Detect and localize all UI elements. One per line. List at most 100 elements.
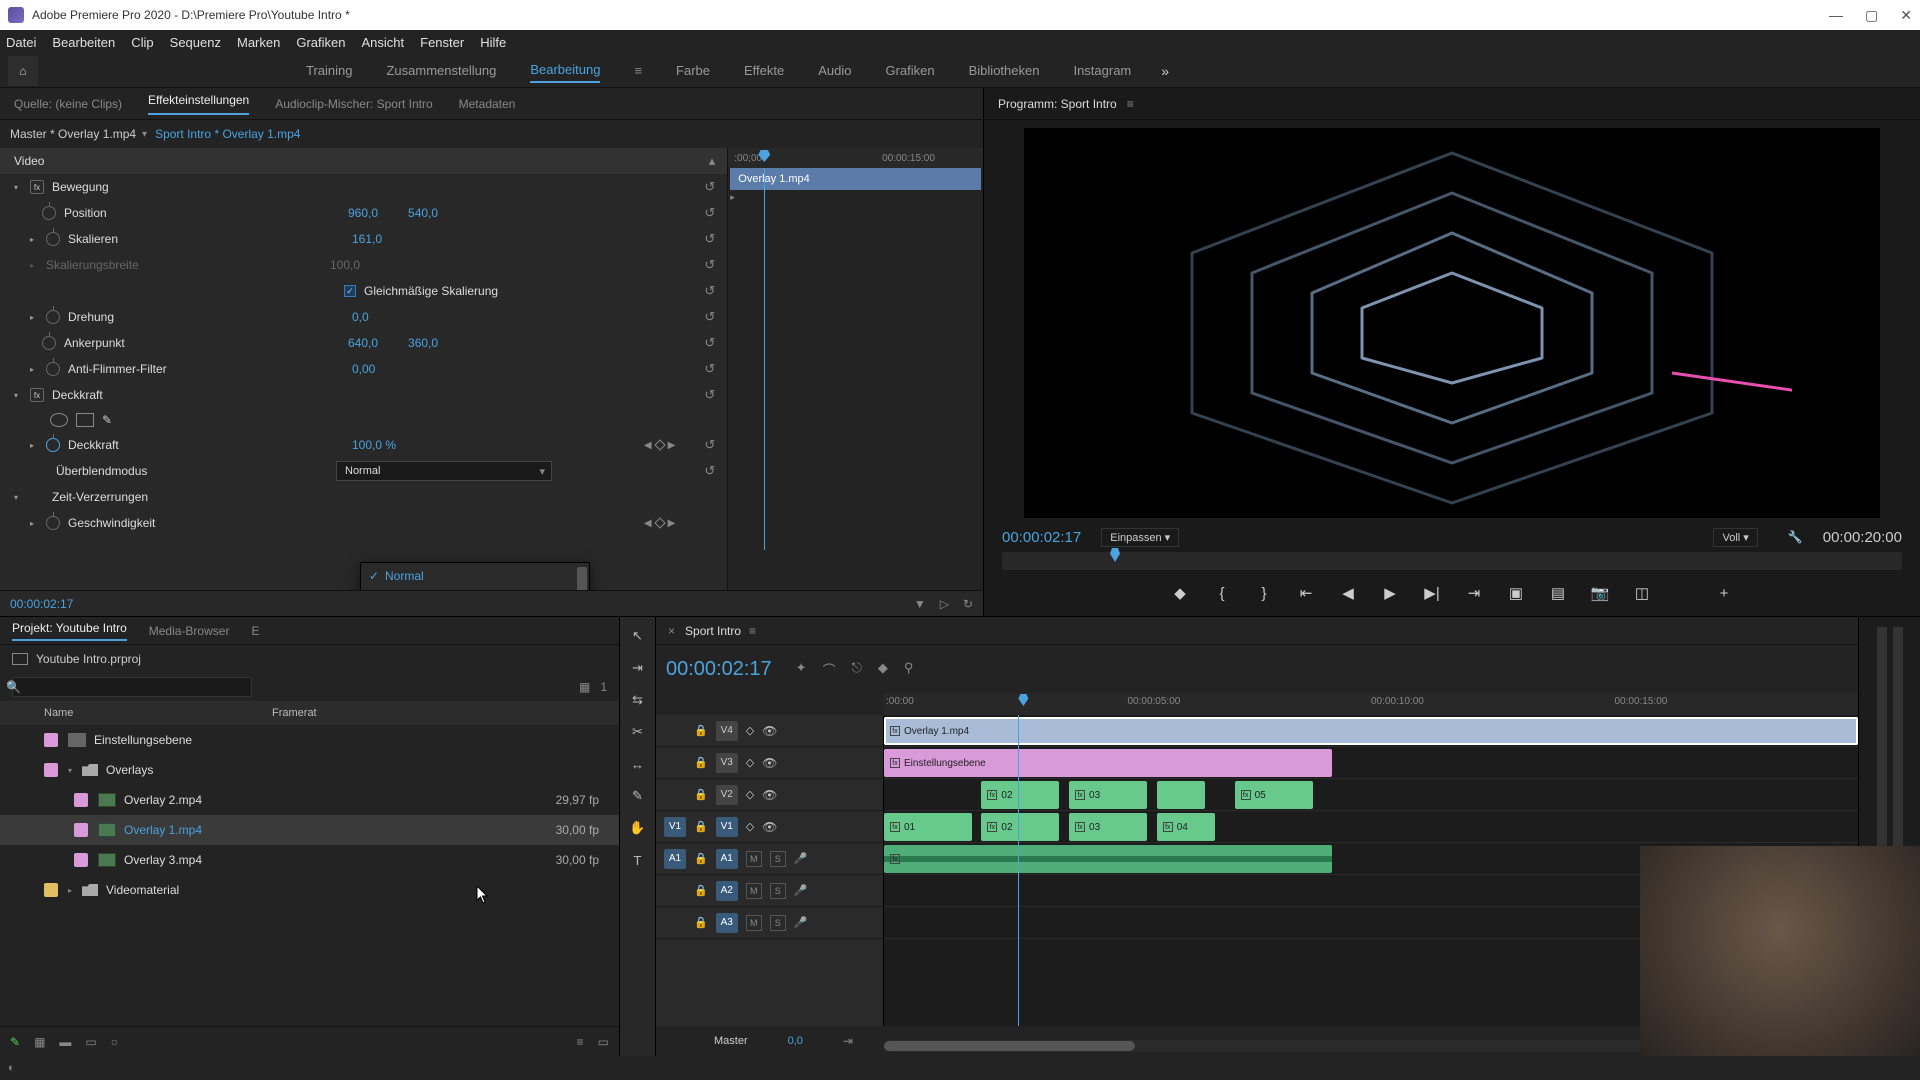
maximize-button[interactable]: ▢ bbox=[1865, 7, 1878, 24]
lock-icon[interactable]: 🔒 bbox=[694, 884, 708, 897]
mark-out-button[interactable]: } bbox=[1252, 581, 1276, 605]
zoom-handle[interactable] bbox=[884, 1041, 1135, 1051]
pen-tool[interactable]: ✎ bbox=[627, 785, 649, 807]
project-item[interactable]: ▸Videomaterial bbox=[0, 875, 619, 905]
mark-in-button[interactable]: { bbox=[1210, 581, 1234, 605]
effect-controls-timeline[interactable]: :00;00 00:00:15:00 Overlay 1.mp4 ▸ bbox=[727, 148, 983, 590]
output-icon[interactable]: ⇥ bbox=[843, 1034, 853, 1048]
workspace-tab-zusammenstellung[interactable]: Zusammenstellung bbox=[386, 59, 496, 82]
solo-button[interactable]: S bbox=[770, 883, 786, 899]
timeline-clip[interactable]: fx02 bbox=[981, 781, 1059, 809]
settings-button[interactable]: ◆ bbox=[878, 660, 888, 679]
playhead-icon[interactable] bbox=[1018, 694, 1028, 706]
voiceover-icon[interactable]: 🎤 bbox=[794, 884, 808, 897]
ripple-tool[interactable]: ⇆ bbox=[627, 689, 649, 711]
lock-icon[interactable]: 🔒 bbox=[694, 724, 708, 737]
workspace-overflow-button[interactable]: » bbox=[1161, 63, 1169, 79]
opacity-value[interactable]: 100,0 % bbox=[352, 438, 396, 452]
prev-keyframe-button[interactable]: ◀ bbox=[644, 440, 652, 451]
track-header[interactable]: A1🔒A1MS🎤 bbox=[656, 843, 883, 875]
blend-mode-option[interactable]: Normal bbox=[361, 563, 589, 589]
timeline-ruler[interactable]: :00:00 00:00:05:00 00:00:10:00 00:00:15:… bbox=[884, 693, 1858, 715]
track-target[interactable]: A1 bbox=[716, 849, 738, 869]
eye-icon[interactable]: 👁 bbox=[762, 756, 777, 770]
track-target[interactable]: V1 bbox=[716, 817, 738, 837]
slip-tool[interactable]: ↔ bbox=[627, 753, 649, 775]
timeline-timecode[interactable]: 00:00:02:17 bbox=[666, 658, 772, 681]
eye-icon[interactable]: 👁 bbox=[762, 788, 777, 802]
next-keyframe-button[interactable]: ▶ bbox=[668, 440, 676, 451]
keyframe-toggle-icon[interactable] bbox=[46, 310, 60, 324]
reset-icon[interactable]: ↺ bbox=[704, 283, 715, 299]
timeline-clip[interactable]: fx03 bbox=[1069, 813, 1147, 841]
track-target[interactable]: V4 bbox=[716, 721, 738, 741]
mute-button[interactable]: M bbox=[746, 883, 762, 899]
eye-icon[interactable]: 👁 bbox=[762, 820, 777, 834]
sync-lock-icon[interactable]: ◇ bbox=[746, 724, 754, 737]
sync-lock-icon[interactable]: ◇ bbox=[746, 756, 754, 769]
hand-tool[interactable]: ✋ bbox=[627, 817, 649, 839]
uniform-scale-checkbox[interactable]: ✓ bbox=[344, 285, 356, 297]
reset-icon[interactable]: ↺ bbox=[704, 309, 715, 325]
program-viewport[interactable] bbox=[1024, 128, 1880, 518]
menu-datei[interactable]: Datei bbox=[6, 35, 36, 50]
fit-dropdown[interactable]: Einpassen ▾ bbox=[1101, 528, 1179, 547]
tab-audio-mixer[interactable]: Audioclip-Mischer: Sport Intro bbox=[275, 97, 432, 111]
expand-icon[interactable]: ▸ bbox=[68, 886, 78, 895]
track-header[interactable]: V1🔒V1◇👁 bbox=[656, 811, 883, 843]
expand-icon[interactable]: ▸ bbox=[30, 365, 42, 374]
source-patch[interactable]: V1 bbox=[664, 817, 686, 837]
project-item[interactable]: Einstellungsebene bbox=[0, 725, 619, 755]
timeline-clip[interactable]: fx03 bbox=[1069, 781, 1147, 809]
ellipse-mask-button[interactable] bbox=[50, 413, 68, 427]
mute-button[interactable]: M bbox=[746, 851, 762, 867]
motion-label[interactable]: Bewegung bbox=[52, 180, 332, 194]
section-collapse-icon[interactable]: ▴ bbox=[709, 153, 716, 169]
antiflicker-value[interactable]: 0,00 bbox=[352, 362, 375, 376]
lock-icon[interactable]: 🔒 bbox=[694, 852, 708, 865]
step-forward-button[interactable]: ▶| bbox=[1420, 581, 1444, 605]
workspace-tab-bearbeitung[interactable]: Bearbeitung bbox=[530, 58, 600, 83]
tab-project[interactable]: Projekt: Youtube Intro bbox=[12, 621, 127, 641]
program-tab[interactable]: Programm: Sport Intro≡ bbox=[984, 88, 1920, 120]
snap-button[interactable]: ✦ bbox=[796, 660, 807, 679]
tab-metadata[interactable]: Metadaten bbox=[459, 97, 516, 111]
workspace-tab-grafiken[interactable]: Grafiken bbox=[885, 59, 934, 82]
reset-icon[interactable]: ↺ bbox=[704, 335, 715, 351]
linked-selection-button[interactable]: ⌒ bbox=[823, 660, 836, 679]
expand-icon[interactable]: ▾ bbox=[14, 183, 26, 192]
track-header[interactable]: 🔒A3MS🎤 bbox=[656, 907, 883, 939]
menu-marken[interactable]: Marken bbox=[237, 35, 280, 50]
freeform-button[interactable]: ▭ bbox=[85, 1035, 96, 1049]
master-clip-label[interactable]: Master * Overlay 1.mp4 bbox=[10, 127, 136, 141]
timeline-clip[interactable]: fxEinstellungsebene bbox=[884, 749, 1332, 777]
anchor-x-value[interactable]: 640,0 bbox=[348, 336, 378, 350]
expand-icon[interactable]: ▾ bbox=[68, 766, 78, 775]
add-marker-button[interactable]: ◆ bbox=[1168, 581, 1192, 605]
lock-icon[interactable]: 🔒 bbox=[694, 916, 708, 929]
mute-button[interactable]: M bbox=[746, 915, 762, 931]
track-header[interactable]: 🔒V2◇👁 bbox=[656, 779, 883, 811]
tab-more[interactable]: E bbox=[251, 624, 259, 638]
track-target[interactable]: V3 bbox=[716, 753, 738, 773]
keyframe-toggle-icon[interactable] bbox=[46, 516, 60, 530]
goto-out-button[interactable]: ⇥ bbox=[1462, 581, 1486, 605]
button-editor-button[interactable]: + bbox=[1712, 581, 1736, 605]
lift-button[interactable]: ▣ bbox=[1504, 581, 1528, 605]
extract-button[interactable]: ▤ bbox=[1546, 581, 1570, 605]
tab-source[interactable]: Quelle: (keine Clips) bbox=[14, 97, 122, 111]
track-target[interactable]: A3 bbox=[716, 913, 738, 933]
keyframe-toggle-icon[interactable] bbox=[46, 362, 60, 376]
expand-icon[interactable]: ▸ bbox=[30, 441, 42, 450]
bin-icon[interactable]: ▦ bbox=[579, 680, 590, 694]
minimize-button[interactable]: — bbox=[1829, 7, 1843, 24]
workspace-menu-icon[interactable]: ≡ bbox=[634, 63, 642, 78]
track-target[interactable]: V2 bbox=[716, 785, 738, 805]
goto-in-button[interactable]: ⇤ bbox=[1294, 581, 1318, 605]
lock-icon[interactable]: 🔒 bbox=[694, 820, 708, 833]
step-back-button[interactable]: ◀ bbox=[1336, 581, 1360, 605]
prev-keyframe-button[interactable]: ◀ bbox=[644, 518, 652, 529]
reset-icon[interactable]: ↺ bbox=[704, 179, 715, 195]
marker-button[interactable]: ⎋ bbox=[852, 660, 862, 679]
wrench-icon[interactable]: 🔧 bbox=[1788, 530, 1803, 544]
